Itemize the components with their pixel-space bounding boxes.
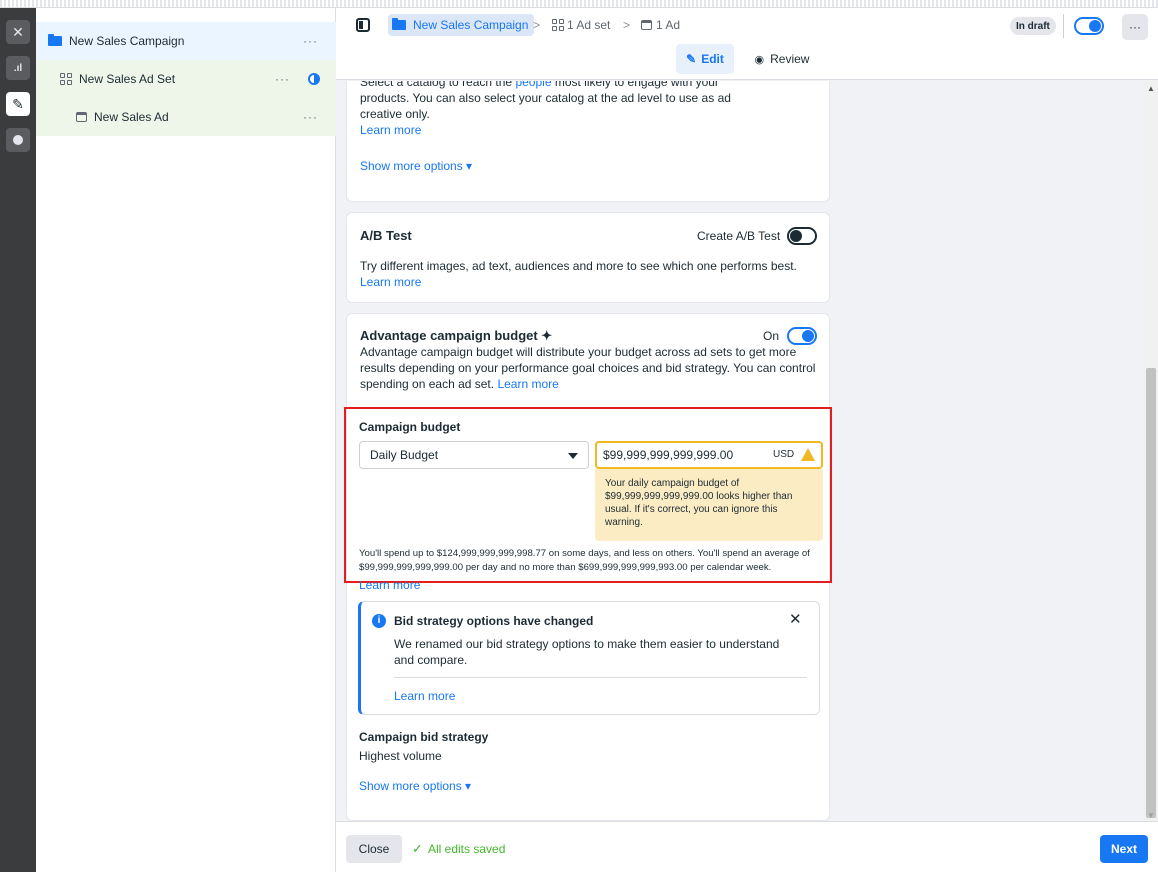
ad-icon xyxy=(76,112,87,122)
budget-amount-value: $99,999,999,999,999.00 xyxy=(603,448,734,462)
ab-test-toggle[interactable] xyxy=(787,227,817,245)
scrollbar-thumb[interactable] xyxy=(1146,368,1156,818)
people-link[interactable]: people xyxy=(515,81,551,89)
tree-campaign-label: New Sales Campaign xyxy=(69,34,185,48)
advantage-description: Advantage campaign budget will distribut… xyxy=(360,345,816,391)
next-button[interactable]: Next xyxy=(1100,835,1148,863)
ab-test-learn-more-link[interactable]: Learn more xyxy=(360,275,421,289)
divider xyxy=(1063,14,1064,38)
tree-item-campaign[interactable]: New Sales Campaign ··· xyxy=(36,22,336,60)
tree-item-ad[interactable]: New Sales Ad ··· xyxy=(36,98,336,136)
adset-menu-icon[interactable]: ··· xyxy=(275,72,290,86)
tree-ad-label: New Sales Ad xyxy=(94,110,169,124)
budget-learn-more-link[interactable]: Learn more xyxy=(359,581,420,591)
scroll-down-icon[interactable]: ▼ xyxy=(1147,811,1155,820)
catalog-description: Select a catalog to reach the people mos… xyxy=(360,81,740,122)
campaign-menu-icon[interactable]: ··· xyxy=(303,34,318,48)
scroll-up-icon[interactable]: ▲ xyxy=(1147,84,1155,93)
ab-test-toggle-label: Create A/B Test xyxy=(697,229,781,243)
budget-type-select[interactable]: Daily Budget xyxy=(359,441,589,469)
bid-strategy-label: Campaign bid strategy xyxy=(359,730,489,744)
advantage-toggle-label: On xyxy=(763,329,780,343)
folder-icon xyxy=(392,18,406,30)
status-badge: In draft xyxy=(1010,17,1056,35)
clock-icon[interactable] xyxy=(6,128,30,152)
budget-amount-input[interactable]: $99,999,999,999,999.00 USD xyxy=(595,441,823,469)
divider xyxy=(394,677,807,678)
tab-edit[interactable]: ✎ Edit xyxy=(676,44,734,74)
budget-type-value: Daily Budget xyxy=(370,448,439,462)
ab-test-title: A/B Test xyxy=(360,228,412,243)
adset-icon xyxy=(552,19,564,31)
tree-adset-label: New Sales Ad Set xyxy=(79,72,176,86)
chevron-right-icon: > xyxy=(533,18,541,32)
catalog-card: Select a catalog to reach the people mos… xyxy=(346,81,830,202)
currency-label: USD xyxy=(773,449,795,460)
check-icon: ✓ xyxy=(412,841,423,856)
spend-note: You'll spend up to $124,999,999,999,998.… xyxy=(359,548,810,573)
half-circle-icon xyxy=(308,73,320,85)
campaign-tree: New Sales Campaign ··· New Sales Ad Set … xyxy=(36,8,336,872)
tree-item-adset[interactable]: New Sales Ad Set ··· xyxy=(36,60,336,98)
eye-icon: ◉ xyxy=(754,53,765,66)
saved-status: All edits saved xyxy=(428,842,506,856)
pencil-icon[interactable]: ✎ xyxy=(6,92,30,116)
breadcrumb-adset-label: 1 Ad set xyxy=(567,18,611,32)
campaign-on-toggle[interactable] xyxy=(1074,17,1104,35)
bid-strategy-value: Highest volume xyxy=(359,749,442,763)
ad-icon xyxy=(641,20,652,30)
tab-review[interactable]: ◉ Review xyxy=(750,44,814,74)
top-strip xyxy=(0,0,1158,8)
tab-edit-label: Edit xyxy=(701,52,724,66)
chevron-right-icon: > xyxy=(623,18,631,32)
ab-test-description: Try different images, ad text, audiences… xyxy=(360,259,797,289)
pencil-icon: ✎ xyxy=(686,52,697,66)
warning-icon xyxy=(801,448,815,461)
left-rail: ✕ .ıl ✎ xyxy=(0,8,36,872)
bid-info-learn-more-link[interactable]: Learn more xyxy=(394,688,455,704)
ab-test-card: A/B Test Create A/B Test Try different i… xyxy=(346,212,830,303)
caret-down-icon xyxy=(568,453,578,459)
bid-strategy-show-more-options[interactable]: Show more options ▾ xyxy=(359,778,471,794)
more-options-button[interactable]: ··· xyxy=(1122,14,1148,40)
catalog-show-more-options[interactable]: Show more options ▾ xyxy=(360,158,472,174)
campaign-budget-label: Campaign budget xyxy=(359,420,461,434)
breadcrumb-adset[interactable]: 1 Ad set xyxy=(552,14,610,36)
bid-info-body: We renamed our bid strategy options to m… xyxy=(394,637,780,667)
folder-icon xyxy=(48,34,62,46)
bid-info-title: Bid strategy options have changed xyxy=(394,614,594,628)
advantage-learn-more-link[interactable]: Learn more xyxy=(497,377,558,391)
breadcrumb-ad[interactable]: 1 Ad xyxy=(641,14,680,36)
info-icon: i xyxy=(372,614,386,628)
close-icon[interactable]: ✕ xyxy=(6,20,30,44)
breadcrumb-ad-label: 1 Ad xyxy=(656,18,681,32)
main-area: New Sales Campaign > 1 Ad set > 1 Ad In … xyxy=(336,8,1158,872)
bottom-bar: Close ✓ All edits saved Next xyxy=(336,821,1158,872)
advantage-title: Advantage campaign budget ✦ xyxy=(360,328,553,343)
editor-scroll-area[interactable]: Select a catalog to reach the people mos… xyxy=(336,81,1158,821)
catalog-learn-more-link[interactable]: Learn more xyxy=(360,122,421,138)
ad-menu-icon[interactable]: ··· xyxy=(303,110,318,124)
chart-icon[interactable]: .ıl xyxy=(6,56,30,80)
breadcrumb-campaign[interactable]: New Sales Campaign xyxy=(388,14,535,36)
close-button[interactable]: Close xyxy=(346,835,402,863)
budget-warning-text: Your daily campaign budget of $99,999,99… xyxy=(605,478,793,528)
advantage-budget-toggle[interactable] xyxy=(787,327,817,345)
bid-info-box: i Bid strategy options have changed ✕ We… xyxy=(358,601,820,715)
adset-icon xyxy=(60,73,72,85)
breadcrumb-campaign-label: New Sales Campaign xyxy=(413,18,529,32)
close-icon[interactable]: ✕ xyxy=(789,610,802,628)
budget-warning: Your daily campaign budget of $99,999,99… xyxy=(595,469,823,541)
top-bar: New Sales Campaign > 1 Ad set > 1 Ad In … xyxy=(336,8,1158,80)
tab-review-label: Review xyxy=(770,52,810,66)
panel-toggle-icon[interactable] xyxy=(356,18,370,32)
